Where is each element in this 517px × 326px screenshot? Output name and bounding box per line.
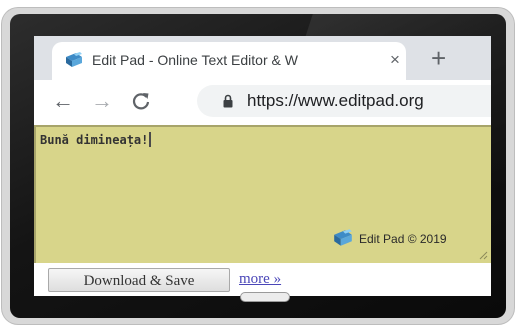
more-link[interactable]: more » — [239, 271, 281, 288]
forward-arrow-icon[interactable]: → — [90, 89, 114, 113]
editpad-logo-icon — [334, 229, 352, 246]
tab-title: Edit Pad - Online Text Editor & W — [92, 52, 298, 68]
new-tab-button[interactable]: + — [431, 43, 446, 73]
back-arrow-icon[interactable]: ← — [51, 89, 75, 113]
tablet-screen: Edit Pad - Online Text Editor & W × + ← … — [34, 36, 491, 296]
browser-tab-strip: Edit Pad - Online Text Editor & W × + — [34, 36, 491, 80]
editpad-logo-icon — [66, 52, 82, 67]
editor-content-text: Bună dimineața! — [40, 133, 149, 147]
text-editor-area[interactable]: Bună dimineața! Edit Pad © 2019 — [34, 125, 491, 263]
address-bar[interactable]: https://www.editpad.org — [197, 85, 491, 117]
resize-grip-icon[interactable] — [478, 250, 488, 260]
lock-icon — [223, 94, 233, 108]
watermark-text: Edit Pad © 2019 — [359, 232, 447, 246]
text-caret — [149, 132, 152, 147]
editpad-watermark: Edit Pad © 2019 — [332, 228, 491, 248]
tab-close-icon[interactable]: × — [390, 50, 400, 70]
home-button[interactable] — [240, 292, 290, 302]
browser-tab[interactable]: Edit Pad - Online Text Editor & W × — [52, 42, 406, 80]
download-save-button[interactable]: Download & Save — [48, 268, 230, 292]
reload-icon[interactable] — [129, 89, 153, 113]
editor-content: Bună dimineața! — [40, 132, 152, 147]
scene: Edit Pad - Online Text Editor & W × + ← … — [0, 0, 517, 326]
url-text: https://www.editpad.org — [247, 91, 424, 110]
browser-toolbar: ← → https://www.editpad.org — [34, 80, 491, 122]
